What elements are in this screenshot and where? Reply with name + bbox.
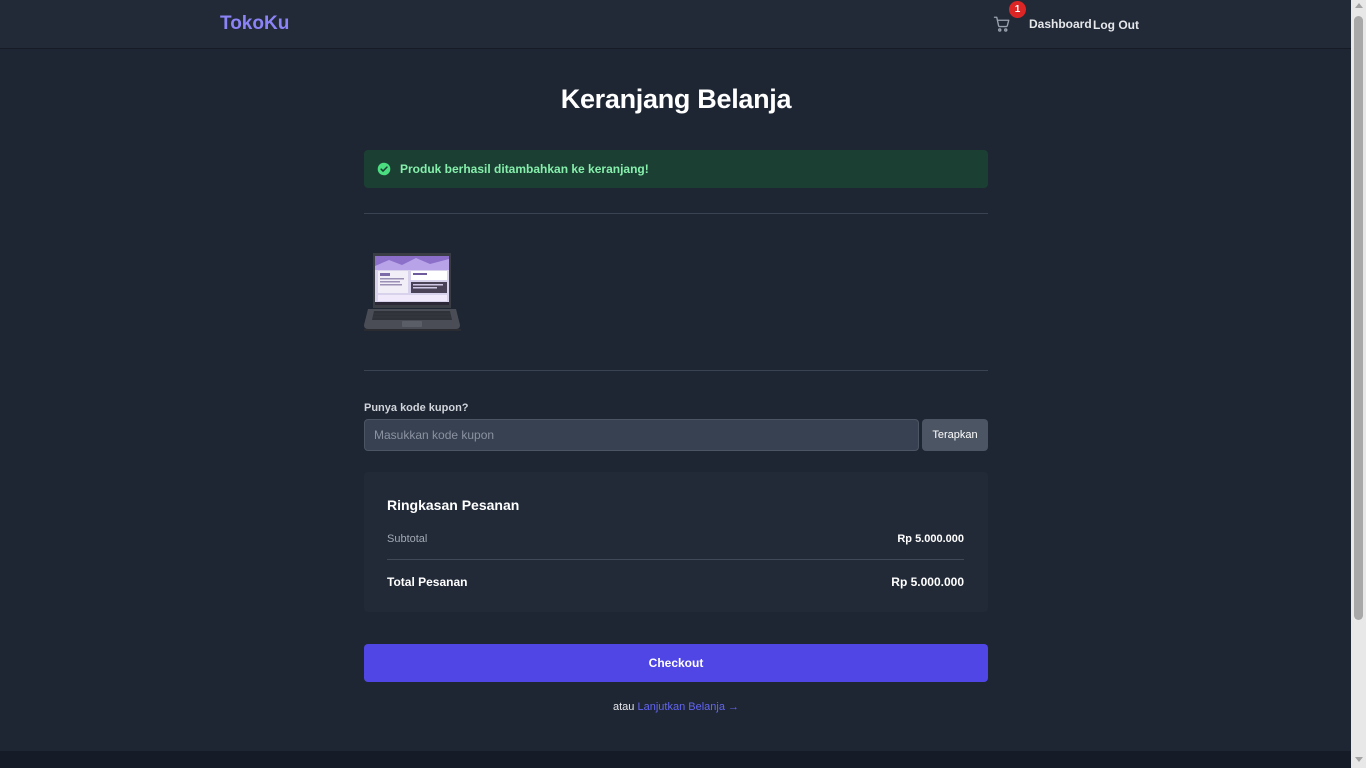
cart-icon[interactable] xyxy=(993,15,1011,33)
nav-dashboard-link[interactable]: Dashboard xyxy=(1029,17,1092,31)
scroll-down-arrow-icon[interactable] xyxy=(1355,757,1363,762)
cart-count-badge: 1 xyxy=(1009,1,1026,18)
continue-shopping-link[interactable]: Lanjutkan Belanja → xyxy=(637,701,739,713)
brand-logo[interactable]: TokoKu xyxy=(220,13,289,35)
divider xyxy=(364,370,988,371)
order-summary: Ringkasan Pesanan Subtotal Rp 5.000.000 … xyxy=(364,472,988,612)
page: TokoKu 1 Dashboard Log Out Keranjang Bel… xyxy=(0,0,1351,768)
scrollbar[interactable] xyxy=(1351,0,1366,768)
alert-message: Produk berhasil ditambahkan ke keranjang… xyxy=(400,162,649,176)
nav-logout-link[interactable]: Log Out xyxy=(1093,18,1139,32)
continue-shopping-row: atau Lanjutkan Belanja → xyxy=(364,701,988,713)
success-alert: Produk berhasil ditambahkan ke keranjang… xyxy=(364,150,988,188)
check-circle-icon xyxy=(377,162,391,176)
summary-divider xyxy=(387,559,964,560)
coupon-input[interactable] xyxy=(364,419,919,451)
navbar: TokoKu 1 Dashboard Log Out xyxy=(0,0,1351,48)
continue-prefix: atau xyxy=(613,701,635,713)
total-label: Total Pesanan xyxy=(387,575,468,589)
divider xyxy=(364,213,988,214)
coupon-label: Punya kode kupon? xyxy=(364,402,469,414)
total-value: Rp 5.000.000 xyxy=(891,575,964,589)
page-title: Keranjang Belanja xyxy=(560,84,792,114)
laptop-image[interactable] xyxy=(364,252,461,332)
footer xyxy=(0,751,1351,768)
scroll-up-arrow-icon[interactable] xyxy=(1355,3,1363,8)
checkout-button[interactable]: Checkout xyxy=(364,644,988,682)
scrollbar-thumb[interactable] xyxy=(1354,16,1363,620)
subtotal-value: Rp 5.000.000 xyxy=(897,533,964,545)
subtotal-label: Subtotal xyxy=(387,533,428,545)
summary-title: Ringkasan Pesanan xyxy=(387,497,520,513)
apply-coupon-button[interactable]: Terapkan xyxy=(922,419,988,451)
